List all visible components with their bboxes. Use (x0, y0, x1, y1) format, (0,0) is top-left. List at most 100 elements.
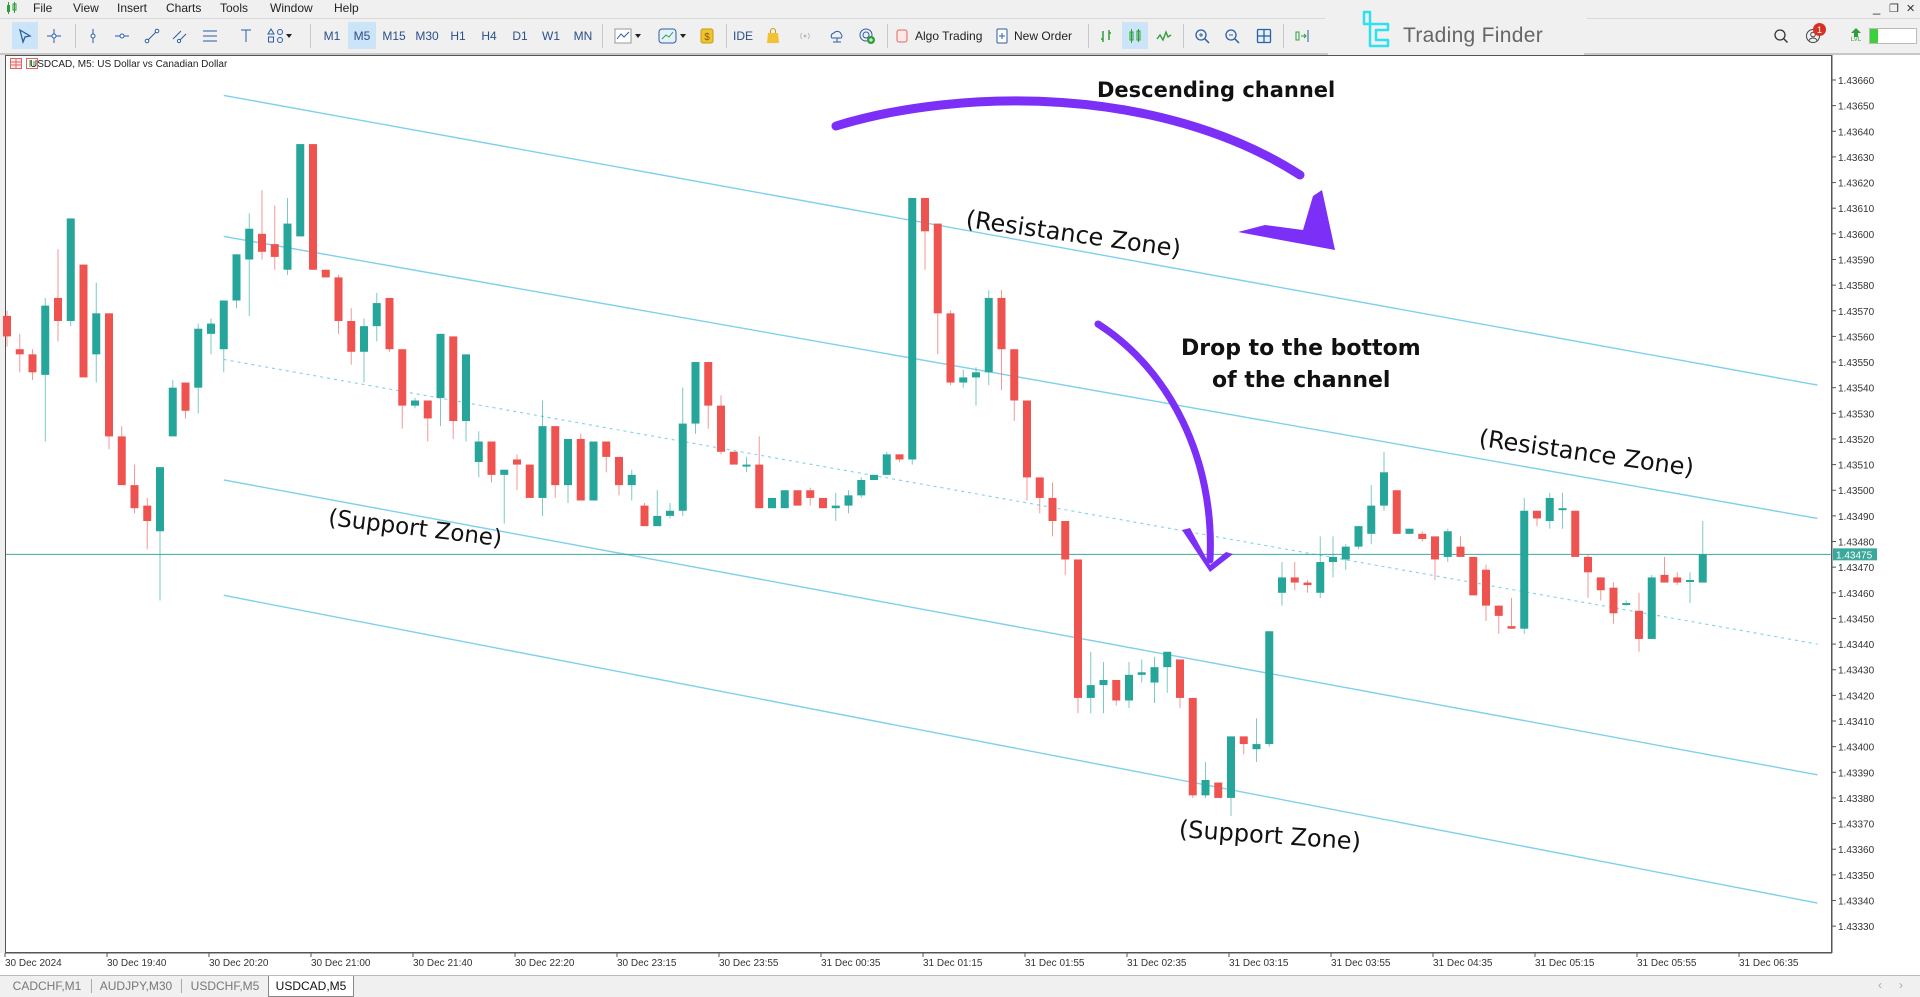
new-order-icon (996, 28, 1008, 43)
timeframe-m15[interactable]: M15 (378, 22, 410, 49)
fibonacci-icon (203, 30, 217, 41)
brand-name: Trading Finder (1403, 24, 1543, 47)
search-icon (1774, 28, 1788, 43)
bar-chart-icon (1101, 29, 1111, 42)
shapes-dropdown[interactable] (263, 22, 299, 49)
chart-list-icon[interactable] (10, 58, 22, 69)
tab-usdchf-m5[interactable]: USDCHF,M5 (182, 976, 268, 995)
menu-insert[interactable]: Insert (117, 1, 147, 15)
account-button[interactable]: 1 (1800, 22, 1826, 49)
grid-icon (1256, 28, 1272, 43)
text-icon (241, 29, 251, 42)
menu-tools[interactable]: Tools (220, 1, 248, 15)
crosshair-icon (47, 28, 61, 43)
scroll-right-icon[interactable]: › (1899, 978, 1903, 992)
timeframe-mn[interactable]: MN (569, 22, 597, 49)
algo-trading-button[interactable]: Algo Trading (895, 22, 987, 49)
tab-audjpy-m30[interactable]: AUDJPY,M30 (92, 976, 180, 995)
menu-file[interactable]: File (33, 1, 52, 15)
timeframe-d1[interactable]: D1 (507, 22, 533, 49)
candlestick-icon (1129, 28, 1141, 43)
chart-area[interactable] (5, 55, 1832, 953)
timeframe-m30[interactable]: M30 (411, 22, 443, 49)
menu-charts[interactable]: Charts (166, 1, 201, 15)
close-button[interactable]: ✕ (1906, 2, 1915, 15)
tab-cadchf-m1[interactable]: CADCHF,M1 (4, 976, 90, 995)
market-button[interactable]: $ (696, 22, 718, 49)
zoom-out-icon (1225, 28, 1240, 44)
menu-window[interactable]: Window (270, 1, 313, 15)
search-button[interactable] (1770, 22, 1792, 49)
restore-button[interactable]: ❐ (1889, 2, 1899, 15)
algo-trading-icon (896, 29, 908, 42)
cursor-icon (18, 28, 32, 44)
horizontal-line-icon (115, 33, 129, 38)
shopping-bag-icon (767, 27, 779, 43)
equidistant-channel-icon (172, 30, 187, 43)
menu-help[interactable]: Help (334, 1, 359, 15)
bar-chart-button[interactable] (1094, 22, 1118, 49)
svg-text:$: $ (704, 32, 710, 43)
new-order-button[interactable]: New Order (995, 22, 1081, 49)
zoom-in-icon (1195, 28, 1210, 44)
vertical-line-icon (90, 28, 96, 43)
vertical-line-button[interactable] (82, 22, 104, 49)
template-icon (658, 28, 686, 43)
dollar-icon: $ (700, 28, 714, 43)
scroll-left-icon[interactable]: ‹ (1878, 978, 1882, 992)
notification-badge: 1 (1813, 23, 1826, 36)
cloud-icon (830, 30, 843, 42)
timeframe-h4[interactable]: H4 (476, 22, 502, 49)
trading-finder-logo-icon (1362, 10, 1390, 48)
cursor-tool-button[interactable] (12, 22, 38, 49)
annotation-descending-channel: Descending channel (1097, 78, 1336, 102)
annotation-drop-line1: Drop to the bottom (1181, 336, 1421, 361)
vps-button[interactable] (826, 22, 848, 49)
level-up-icon (1851, 28, 1861, 37)
fingerprint-add-icon (859, 28, 875, 44)
level-progress-fill (1870, 29, 1878, 43)
tile-windows-button[interactable] (1252, 22, 1276, 49)
price-axis[interactable] (1832, 55, 1920, 953)
tab-usdcad-m5[interactable]: USDCAD,M5 (268, 976, 354, 997)
trendline-button[interactable] (140, 22, 164, 49)
ide-button[interactable]: IDE (732, 22, 754, 49)
chart-shift-icon (1295, 29, 1309, 42)
channel-button[interactable] (168, 22, 192, 49)
text-tool-button[interactable] (236, 22, 256, 49)
level-label: LVL (1850, 37, 1862, 43)
crosshair-tool-button[interactable] (42, 22, 66, 49)
indicators-dropdown[interactable] (610, 22, 648, 49)
shop-button[interactable] (762, 22, 784, 49)
candlestick-chart-button[interactable] (1122, 22, 1148, 49)
timeframe-m5[interactable]: M5 (348, 22, 376, 49)
timeframe-m1[interactable]: M1 (318, 22, 346, 49)
minimize-button[interactable]: _ (1873, 0, 1880, 15)
toolbar: M1 M5 M15 M30 H1 H4 D1 W1 MN $ IDE Algo … (0, 18, 1920, 55)
indicator-icon (614, 28, 641, 43)
annotation-drop-line2: of the channel (1212, 368, 1391, 393)
chart-shift-button[interactable] (1290, 22, 1314, 49)
level-indicator: LVL (1848, 22, 1864, 49)
menu-view[interactable]: View (73, 1, 99, 15)
timeframe-w1[interactable]: W1 (538, 22, 564, 49)
chart-tabs: CADCHF,M1 AUDJPY,M30 USDCHF,M5 USDCAD,M5… (0, 975, 1920, 997)
line-chart-button[interactable] (1152, 22, 1176, 49)
horizontal-line-button[interactable] (110, 22, 134, 49)
algo-trading-label: Algo Trading (915, 28, 983, 43)
chart-symbol-title: USDCAD, M5: US Dollar vs Canadian Dollar (30, 59, 228, 70)
trendline-icon (144, 28, 160, 43)
time-axis[interactable] (0, 953, 1920, 975)
app-logo-icon (7, 2, 17, 14)
community-button[interactable] (856, 22, 878, 49)
fibonacci-button[interactable] (198, 22, 222, 49)
shapes-icon (267, 27, 292, 43)
signals-button[interactable] (794, 22, 816, 49)
timeframe-h1[interactable]: H1 (445, 22, 471, 49)
new-order-label: New Order (1014, 28, 1073, 43)
level-progress-bar (1869, 28, 1917, 44)
templates-dropdown[interactable] (654, 22, 692, 49)
zoom-out-button[interactable] (1220, 22, 1244, 49)
signal-icon (800, 32, 810, 39)
zoom-in-button[interactable] (1190, 22, 1214, 49)
